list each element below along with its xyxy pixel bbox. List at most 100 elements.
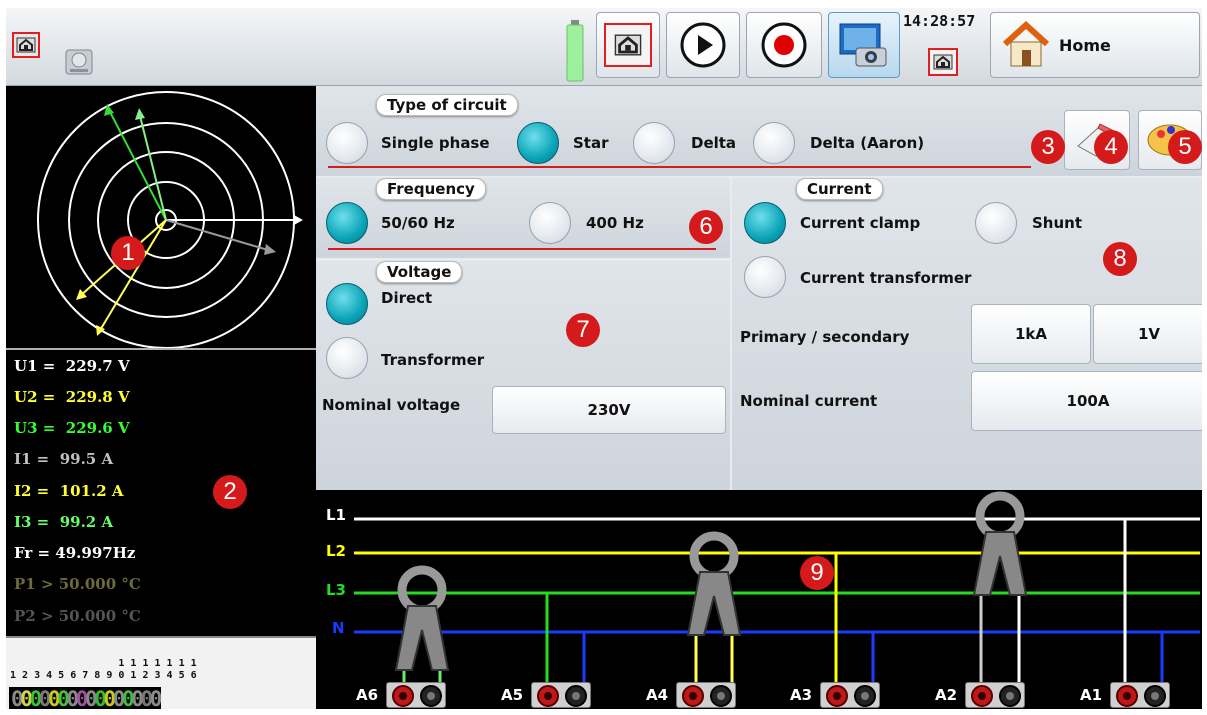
channel-led-6: 0: [57, 687, 70, 709]
radio-current-clamp[interactable]: [744, 202, 786, 244]
input-label-a3: A3: [790, 686, 813, 704]
input-label-a2: A2: [935, 686, 958, 704]
line-label-l3: L3: [326, 581, 346, 599]
channel-led-9: 0: [85, 687, 98, 709]
radio-single-phase[interactable]: [326, 122, 368, 164]
top-toolbar: 14:28:57 Home: [6, 8, 1202, 86]
radio-400hz[interactable]: [529, 202, 571, 244]
voltage-section: Voltage Direct Transformer 7 Nominal vol…: [316, 261, 730, 490]
channel-led-15: 0: [140, 687, 154, 709]
camera-screenshot-icon: [839, 23, 887, 67]
radio-delta[interactable]: [633, 122, 675, 164]
radio-current-transformer[interactable]: [744, 256, 786, 298]
voltage-title: Voltage: [376, 261, 463, 283]
home-button[interactable]: Home: [990, 12, 1200, 78]
channel-status-leds: 0000000000000000: [9, 687, 162, 709]
current-clamp-a2: [972, 491, 1028, 596]
secondary-value-button[interactable]: 1V: [1093, 304, 1202, 364]
home-icon: [1002, 20, 1050, 67]
label-50-60hz[interactable]: 50/60 Hz: [381, 214, 455, 232]
storage-drive-icon[interactable]: [64, 46, 94, 78]
channel-led-13: 0: [122, 687, 135, 709]
radio-delta-aaron[interactable]: [753, 122, 795, 164]
input-terminal-a6: [386, 682, 446, 708]
input-terminal-a4: [676, 682, 736, 708]
record-icon: [761, 22, 807, 68]
label-delta[interactable]: Delta: [691, 134, 736, 152]
app-window: 14:28:57 Home 1 U1 = 229.7 V U2 = 229.8 …: [6, 8, 1202, 709]
input-label-a5: A5: [501, 686, 524, 704]
measurements-panel: U1 = 229.7 V U2 = 229.8 V U3 = 229.6 V I…: [6, 348, 316, 640]
i1-reading: I1 = 99.5 A: [14, 450, 114, 468]
radio-shunt[interactable]: [975, 202, 1017, 244]
radio-direct[interactable]: [326, 283, 368, 325]
line-label-n: N: [332, 619, 345, 637]
input-label-a1: A1: [1080, 686, 1103, 704]
channel-led-12: 0: [112, 687, 126, 709]
channel-led-14: 0: [131, 687, 144, 709]
label-star[interactable]: Star: [573, 134, 609, 152]
input-terminal-a3: [820, 682, 880, 708]
channel-led-7: 0: [66, 687, 80, 709]
current-clamp-a6: [394, 565, 450, 671]
label-delta-aaron[interactable]: Delta (Aaron): [810, 134, 924, 152]
marker-5: 5: [1168, 130, 1202, 164]
screenshot-button[interactable]: [828, 12, 900, 78]
marker-1: 1: [111, 236, 145, 270]
channel-led-1: 0: [11, 687, 24, 709]
play-button[interactable]: [666, 12, 740, 78]
primary-value-button[interactable]: 1kA: [971, 304, 1091, 364]
label-single-phase[interactable]: Single phase: [381, 134, 490, 152]
nominal-voltage-button[interactable]: 230V: [492, 386, 726, 434]
u3-reading: U3 = 229.6 V: [14, 419, 130, 437]
wiring-diagram: L1 L2 L3 N 9 A6 A5 A4 A3 A2 A1: [316, 490, 1202, 709]
nominal-current-button[interactable]: 100A: [971, 371, 1202, 431]
input-terminal-a5: [531, 682, 591, 708]
label-shunt[interactable]: Shunt: [1032, 214, 1082, 232]
circuit-type-title: Type of circuit: [376, 94, 518, 116]
frequency-reading: Fr = 49.997Hz: [14, 544, 136, 562]
label-direct[interactable]: Direct: [381, 289, 432, 307]
radio-star[interactable]: [517, 122, 559, 164]
record-button[interactable]: [746, 12, 822, 78]
circuit-type-underline: [328, 166, 1031, 168]
network-config-icon[interactable]: [12, 32, 40, 58]
i2-reading: I2 = 101.2 A: [14, 482, 124, 500]
channel-units-row: 1 2 3 4 5 6 7 8 9 0 1 2 3 4 5 6: [10, 670, 197, 681]
channel-led-4: 0: [38, 687, 52, 709]
label-400hz[interactable]: 400 Hz: [586, 214, 644, 232]
network-config-icon[interactable]: [928, 48, 958, 76]
radio-50-60hz[interactable]: [326, 202, 368, 244]
marker-6: 6: [689, 210, 723, 244]
marker-3: 3: [1031, 130, 1065, 164]
marker-7: 7: [566, 313, 600, 347]
label-current-clamp[interactable]: Current clamp: [800, 214, 920, 232]
nominal-current-label: Nominal current: [740, 392, 878, 410]
line-label-l1: L1: [326, 506, 346, 524]
circuit-type-section: Type of circuit Single phase Star Delta …: [316, 86, 1202, 176]
input-terminal-a1: [1110, 682, 1170, 708]
nominal-voltage-label: Nominal voltage: [322, 396, 461, 414]
channel-led-5: 0: [48, 687, 61, 709]
line-label-l2: L2: [326, 542, 346, 560]
channel-led-10: 0: [94, 687, 107, 709]
channel-led-8: 0: [75, 687, 89, 709]
current-title: Current: [796, 178, 883, 200]
input-terminal-a2: [965, 682, 1025, 708]
channel-led-11: 0: [103, 687, 117, 709]
current-section: Current Current clamp Shunt 8 Current tr…: [732, 178, 1202, 490]
label-current-transformer[interactable]: Current transformer: [800, 269, 971, 287]
input-label-a4: A4: [646, 686, 669, 704]
network-config-button[interactable]: [596, 12, 660, 78]
label-transformer[interactable]: Transformer: [381, 351, 484, 369]
p1-reading: P1 > 50.000 °C: [14, 575, 141, 593]
play-icon: [680, 22, 726, 68]
radio-transformer[interactable]: [326, 337, 368, 379]
i3-reading: I3 = 99.2 A: [14, 513, 114, 531]
u2-reading: U2 = 229.8 V: [14, 388, 130, 406]
marker-4: 4: [1094, 130, 1128, 164]
marker-9: 9: [800, 556, 834, 590]
channel-tens-row: 1 1 1 1 1 1 1: [10, 658, 197, 669]
frequency-underline: [328, 248, 716, 250]
home-label: Home: [1059, 35, 1111, 55]
